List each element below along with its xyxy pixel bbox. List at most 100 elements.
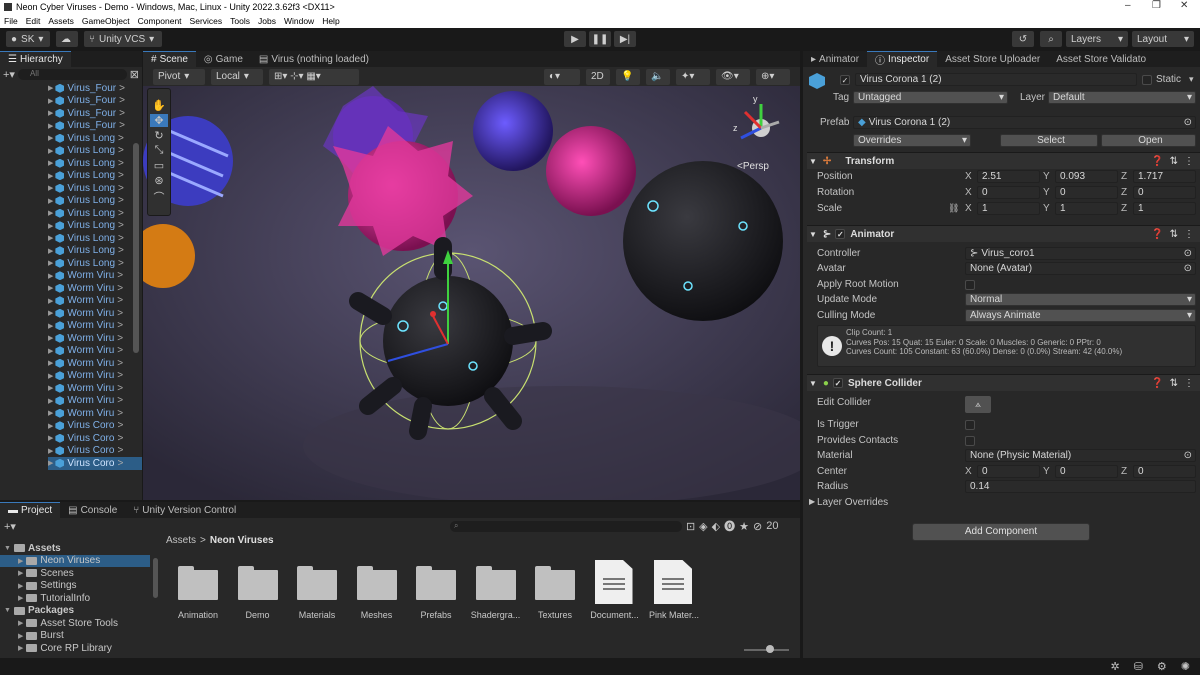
rect-tool-icon[interactable]: ▭ [154,159,164,172]
chevron-right-icon[interactable]: ▶ [809,497,815,506]
2d-toggle[interactable]: 2D [586,68,610,85]
hierarchy-item[interactable]: ▶ Virus Long > [48,207,142,220]
object-name-field[interactable]: Virus Corona 1 (2) [855,73,1137,86]
hierarchy-item[interactable]: ▶ Worm Viru > [48,270,142,283]
chevron-down-icon[interactable]: ▾ [1189,74,1194,85]
expand-arrow-icon[interactable]: ▶ [48,409,53,417]
folder-icon[interactable] [237,566,278,602]
menu-item-edit[interactable]: Edit [22,16,45,26]
center-x-field[interactable]: 0 [977,465,1040,478]
hierarchy-item[interactable]: ▶ Virus Long > [48,157,142,170]
hierarchy-item[interactable]: ▶ Worm Viru > [48,307,142,320]
account-button[interactable]: ● SK ▾ [6,31,50,47]
expand-arrow-icon[interactable]: ▶ [48,172,53,180]
chevron-right-icon[interactable]: > [118,195,124,206]
add-icon[interactable]: +▾ [4,520,16,533]
expand-arrow-icon[interactable]: ▶ [48,397,53,405]
is-trigger-checkbox[interactable] [965,420,975,430]
hierarchy-item[interactable]: ▶ Virus Coro > [48,445,142,458]
layer-dropdown[interactable]: Default ▾ [1048,91,1196,104]
physic-material-field[interactable]: None (Physic Material) ⊙ [965,449,1196,462]
expand-down-icon[interactable]: ▼ [4,607,11,614]
center-z-field[interactable]: 0 [1133,465,1196,478]
grid-snap-tools[interactable]: ⊞▾ ⊹▾ ▦▾ [269,68,359,85]
chevron-right-icon[interactable]: > [119,120,125,131]
expand-arrow-icon[interactable]: ▶ [48,134,53,142]
provides-contacts-checkbox[interactable] [965,436,975,446]
star-icon[interactable]: ★ [739,520,749,533]
chevron-right-icon[interactable]: > [118,183,124,194]
sphere-collider-header[interactable]: ▼ ● ✓ Sphere Collider ❓⇅⋮ [807,374,1200,391]
expand-arrow-icon[interactable]: ▶ [48,272,53,280]
expand-down-icon[interactable]: ▼ [4,545,11,552]
avatar-field[interactable]: None (Avatar) ⊙ [965,262,1196,275]
sphere-collider-enabled-checkbox[interactable]: ✓ [832,378,843,388]
chevron-right-icon[interactable]: > [118,220,124,231]
minimize-icon[interactable]: – [1125,0,1131,11]
chevron-right-icon[interactable]: > [117,320,123,331]
history-button[interactable]: ↺ [1012,31,1034,47]
lighting-toggle[interactable]: 💡 [616,68,640,85]
folder-icon[interactable] [416,566,456,602]
hierarchy-item[interactable]: ▶ Worm Viru > [48,395,142,408]
hierarchy-item[interactable]: ▶ Virus Long > [48,182,142,195]
tab-scene[interactable]: # Scene [143,51,196,67]
expand-arrow-icon[interactable]: ▶ [18,632,23,640]
step-button[interactable]: ▶| [614,31,636,47]
tab-asset-store-uploader[interactable]: Asset Store Uploader [937,51,1048,67]
select-button[interactable]: Select [1000,134,1098,147]
root-motion-checkbox[interactable] [965,280,975,290]
position-z-field[interactable]: 1.717 [1133,170,1196,183]
target-icon[interactable]: ⊙ [1184,263,1195,274]
hierarchy-item[interactable]: ▶ Virus_Four > [48,107,142,120]
hierarchy-item[interactable]: ▶ Virus Long > [48,195,142,208]
animator-header[interactable]: ▼ ⊱ ✓ Animator ❓⇅⋮ [807,225,1200,242]
cloud-button[interactable]: ☁ [56,31,78,47]
hierarchy-scrollbar[interactable] [133,143,139,353]
layers-dropdown[interactable]: Layers ▾ [1066,31,1128,47]
expand-arrow-icon[interactable]: ▶ [18,594,23,602]
rotation-x-field[interactable]: 0 [977,186,1040,199]
open-button[interactable]: Open [1101,134,1196,147]
hierarchy-item[interactable]: ▶ Worm Viru > [48,332,142,345]
scale-z-field[interactable]: 1 [1133,202,1196,215]
hierarchy-item[interactable]: ▶ Virus Coro > [48,432,142,445]
hierarchy-item[interactable]: ▶ Virus Long > [48,132,142,145]
hierarchy-item[interactable]: ▶ Worm Viru > [48,345,142,358]
tab-console[interactable]: ▤ Console [60,502,125,518]
tag-icon[interactable]: ⬖ [712,520,720,533]
component-menu-icons[interactable]: ❓⇅⋮ [1151,156,1200,167]
tab-animator[interactable]: ▸ Animator [803,51,867,67]
expand-arrow-icon[interactable]: ▶ [48,84,53,92]
tab-hierarchy[interactable]: ☰ Hierarchy [0,51,71,67]
constrain-proportions-icon[interactable]: ⛓ [948,203,959,214]
scene-viewport[interactable]: z y [143,86,800,500]
hierarchy-item[interactable]: ▶ Worm Viru > [48,382,142,395]
expand-arrow-icon[interactable]: ▶ [48,97,53,105]
move-tool-icon[interactable]: ✥ [150,114,168,127]
position-y-field[interactable]: 0.093 [1055,170,1118,183]
chevron-right-icon[interactable]: > [117,270,123,281]
scale-x-field[interactable]: 1 [977,202,1040,215]
tab-game[interactable]: ◎ Game [196,51,251,67]
static-checkbox[interactable] [1142,75,1152,85]
hierarchy-item[interactable]: ▶ Virus Long > [48,232,142,245]
chevron-right-icon[interactable]: > [118,158,124,169]
expand-arrow-icon[interactable]: ▶ [48,234,53,242]
expand-arrow-icon[interactable]: ▶ [48,459,53,467]
folder-icon[interactable] [297,566,337,602]
animator-enabled-checkbox[interactable]: ✓ [835,229,846,239]
chevron-right-icon[interactable]: > [118,133,124,144]
play-button[interactable]: ▶ [564,31,586,47]
warning-icon[interactable]: ⓿ [724,518,735,534]
hierarchy-item[interactable]: ▶ Virus Long > [48,170,142,183]
radius-field[interactable]: 0.14 [965,480,1196,493]
expand-arrow-icon[interactable]: ▶ [48,147,53,155]
target-icon[interactable]: ⊙ [1184,248,1195,259]
expand-arrow-icon[interactable]: ▶ [48,372,53,380]
search-button[interactable]: ⌕ [1040,31,1062,47]
layout-dropdown[interactable]: Layout ▾ [1132,31,1194,47]
maximize-icon[interactable]: ❐ [1152,0,1161,11]
expand-arrow-icon[interactable]: ▶ [48,284,53,292]
asset-label[interactable]: Pink Mater... [639,610,709,620]
